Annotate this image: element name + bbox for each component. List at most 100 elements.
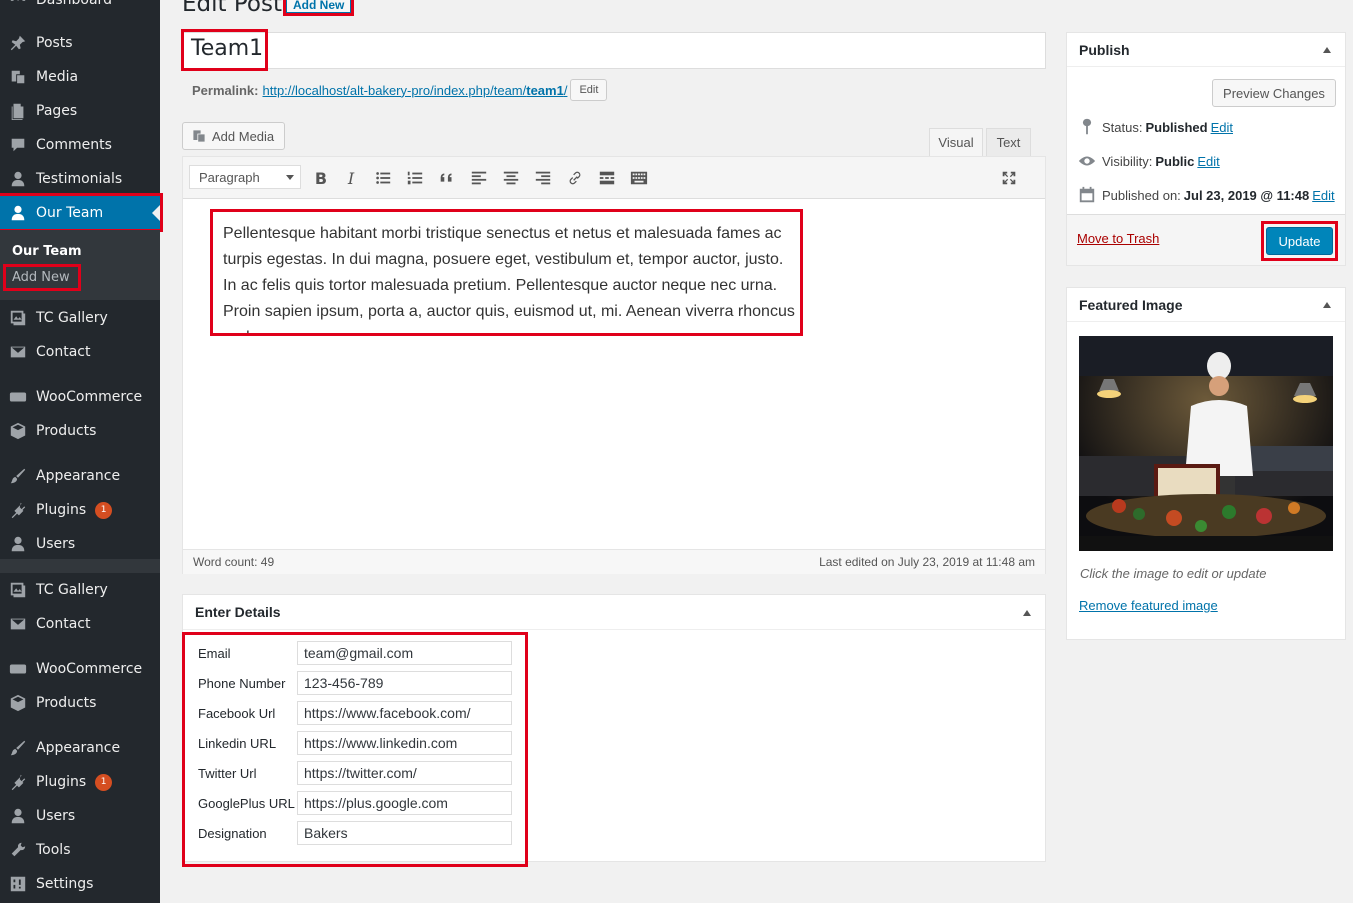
sidebar-item-tc-gallery-2[interactable]: TC Gallery [0,573,160,607]
bullet-list-button[interactable] [373,168,393,188]
gallery-icon [8,309,28,327]
sidebar-item-media[interactable]: Media [0,60,160,94]
editor-toolbar: Paragraph B I [183,157,1045,199]
sidebar-item-settings[interactable]: Settings [0,867,160,901]
move-to-trash-link[interactable]: Move to Trash [1077,231,1159,246]
designation-input[interactable]: Bakers [297,821,512,845]
panel-header[interactable]: Featured Image [1067,288,1345,322]
linkedin-input[interactable]: https://www.linkedin.com [297,731,512,755]
toolbar-toggle-button[interactable] [629,168,649,188]
sidebar-item-woocommerce[interactable]: WooCommerce [0,380,160,414]
collapse-icon[interactable] [1023,610,1031,616]
sidebar-item-label: Contact [36,344,91,360]
sidebar-item-label: Pages [36,103,78,119]
field-linkedin: Linkedin URL https://www.linkedin.com [198,731,512,755]
sidebar-item-contact[interactable]: Contact [0,335,160,369]
read-more-button[interactable] [597,168,617,188]
numbered-list-button[interactable] [405,168,425,188]
sidebar-item-users-2[interactable]: Users [0,799,160,833]
sidebar-item-users[interactable]: Users [0,527,160,561]
add-new-button[interactable]: Add New [282,0,355,16]
woo-icon [8,660,28,678]
brush-icon [8,739,28,757]
fullscreen-button[interactable] [999,168,1019,188]
preview-changes-button[interactable]: Preview Changes [1212,79,1336,107]
align-right-button[interactable] [533,168,553,188]
permalink-row: Permalink: http://localhost/alt-bakery-p… [192,79,608,101]
blockquote-button[interactable] [437,168,457,188]
editor-tools-area [182,102,1031,157]
submenu-item-our-team[interactable]: Our Team [12,244,82,259]
user-icon [8,170,28,188]
field-facebook: Facebook Url https://www.facebook.com/ [198,701,512,725]
sidebar-item-plugins-2[interactable]: Plugins 1 [0,765,160,799]
sidebar-item-label: Comments [36,137,112,153]
facebook-input[interactable]: https://www.facebook.com/ [297,701,512,725]
sidebar-item-contact-2[interactable]: Contact [0,607,160,641]
sidebar-item-label: Products [36,695,97,711]
permalink-link[interactable]: http://localhost/alt-bakery-pro/index.ph… [262,83,567,98]
sidebar-item-tc-gallery[interactable]: TC Gallery [0,301,160,335]
twitter-input[interactable]: https://twitter.com/ [297,761,512,785]
featured-image-caption: Click the image to edit or update [1080,566,1267,581]
sidebar-item-our-team[interactable]: Our Team [0,193,163,232]
googleplus-input[interactable]: https://plus.google.com [297,791,512,815]
bold-button[interactable]: B [311,168,331,188]
plugin-icon [8,773,28,791]
permalink-edit-button[interactable]: Edit [570,79,608,101]
tab-visual[interactable]: Visual [929,128,983,157]
sidebar-item-appearance[interactable]: Appearance [0,459,160,493]
visibility-edit-link[interactable]: Edit [1197,154,1219,169]
sidebar-item-tools[interactable]: Tools [0,833,160,867]
add-media-button[interactable]: Add Media [182,122,286,150]
sidebar-item-pages[interactable]: Pages [0,94,160,128]
italic-button[interactable]: I [341,168,361,188]
format-select[interactable]: Paragraph [189,165,301,189]
submenu-our-team: Our Team Add New [0,230,160,300]
remove-featured-image-link[interactable]: Remove featured image [1079,598,1218,613]
sidebar-item-testimonials[interactable]: Testimonials [0,162,160,196]
metabox-header[interactable]: Enter Details [183,595,1045,630]
sidebar-item-dashboard[interactable]: Dashboard [0,0,160,17]
admin-sidebar: Dashboard Posts Media Pages Comments Tes… [0,0,163,903]
tab-text[interactable]: Text [986,128,1031,157]
visibility-row: Visibility: Public Edit [1078,151,1220,171]
field-email: Email team@gmail.com [198,641,512,665]
gallery-icon [8,581,28,599]
editor-status-bar: Word count: 49 Last edited on July 23, 2… [183,549,1045,574]
sidebar-item-label: Users [36,808,76,824]
sidebar-item-label: WooCommerce [36,389,143,405]
plugin-icon [8,501,28,519]
published-row: Published on: Jul 23, 2019 @ 11:48 Edit [1078,185,1335,205]
sidebar-item-appearance-2[interactable]: Appearance [0,731,160,765]
sidebar-item-plugins[interactable]: Plugins 1 [0,493,160,527]
panel-header[interactable]: Publish [1067,33,1345,67]
collapse-icon[interactable] [1323,47,1331,53]
email-input[interactable]: team@gmail.com [297,641,512,665]
post-title-input[interactable]: Team1 [182,32,1046,69]
last-edited: Last edited on July 23, 2019 at 11:48 am [819,555,1035,569]
sidebar-item-products[interactable]: Products [0,414,160,448]
sidebar-item-woocommerce-2[interactable]: WooCommerce [0,652,160,686]
phone-input[interactable]: 123-456-789 [297,671,512,695]
chevron-down-icon [286,175,294,180]
align-left-button[interactable] [469,168,489,188]
sidebar-item-label: Appearance [36,740,121,756]
user-icon [8,204,28,222]
status-edit-link[interactable]: Edit [1211,120,1233,135]
user-icon [8,807,28,825]
page-icon [8,102,28,120]
featured-image[interactable] [1079,336,1333,551]
sidebar-item-comments[interactable]: Comments [0,128,160,162]
user-icon [8,535,28,553]
sidebar-item-posts[interactable]: Posts [0,26,160,60]
wrench-icon [8,841,28,859]
collapse-icon[interactable] [1323,302,1331,308]
sidebar-item-label: Media [36,69,79,85]
submenu-item-add-new[interactable]: Add New [3,264,81,291]
sidebar-item-products-2[interactable]: Products [0,686,160,720]
link-icon[interactable] [565,168,585,188]
published-edit-link[interactable]: Edit [1312,188,1334,203]
sidebar-item-label: Appearance [36,468,121,484]
align-center-button[interactable] [501,168,521,188]
